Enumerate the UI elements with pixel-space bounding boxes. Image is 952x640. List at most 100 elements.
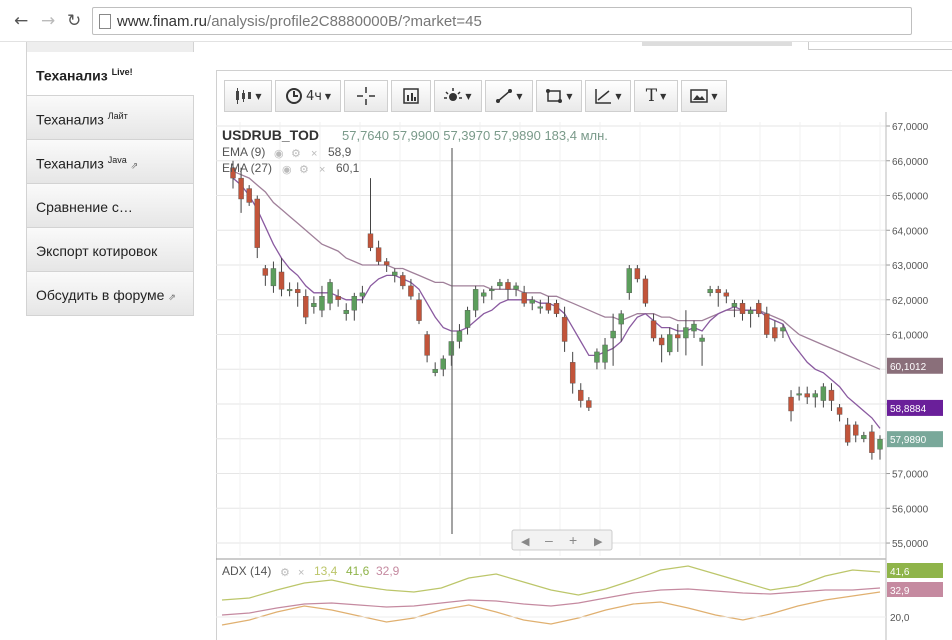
scroll-left-icon[interactable]: ◀	[521, 536, 530, 548]
candle-body	[545, 303, 552, 311]
candle-body	[658, 337, 665, 346]
y-tick-label: 62,0000	[892, 296, 929, 307]
candle-body	[578, 389, 584, 401]
candle-body	[456, 330, 463, 342]
ohlc-value: 183,4 млн.	[541, 128, 608, 143]
ohlc-readout: 57,7640 57,9900 57,3970 57,9890 183,4 мл…	[342, 128, 608, 143]
candle-body	[303, 296, 309, 318]
chart-navigation: ◀ – + ▶	[511, 529, 613, 551]
candle-body	[432, 369, 438, 373]
zoom-in-icon[interactable]: +	[569, 532, 577, 548]
candle-body	[853, 424, 859, 436]
candle-body	[238, 177, 244, 200]
candle-body	[683, 327, 689, 339]
candle-body	[764, 313, 770, 335]
candle-body	[586, 400, 592, 408]
candle-body	[772, 327, 778, 339]
candle-body	[877, 438, 883, 450]
y-tick-label: 56,0000	[892, 504, 929, 515]
candle-body	[553, 303, 560, 314]
candle-body	[561, 316, 568, 342]
zoom-out-icon[interactable]: –	[545, 532, 553, 548]
candle-body	[836, 407, 843, 415]
candle-body	[327, 282, 333, 304]
ema9-controls[interactable]: ◉ ⚙ ×	[274, 148, 317, 160]
candle-body	[343, 309, 349, 314]
candle-body	[820, 386, 827, 401]
candle-body	[634, 268, 641, 280]
candle-body	[707, 289, 713, 294]
candle-body	[739, 303, 746, 314]
candle-body	[416, 299, 422, 321]
y-tick-label: 67,0000	[892, 122, 929, 133]
candle-body	[489, 289, 495, 292]
close-icon[interactable]: ×	[319, 164, 325, 176]
candle-body	[869, 431, 875, 453]
candle-body	[375, 247, 382, 262]
candle-body	[828, 389, 835, 401]
candle-body	[731, 303, 738, 307]
price-tag-label: 60,1012	[890, 362, 927, 373]
close-icon[interactable]: ×	[298, 567, 304, 579]
adx-y-tick: 20,0	[890, 613, 910, 624]
candle-body	[472, 289, 479, 311]
candle-body	[311, 303, 317, 307]
ema27-label: EMA (27)	[222, 161, 272, 175]
candle-body	[286, 289, 293, 292]
candle-body	[804, 393, 810, 398]
candle-body	[723, 292, 730, 297]
candle-body	[626, 268, 632, 294]
candle-body	[481, 292, 487, 297]
candle-body	[392, 271, 398, 276]
y-tick-label: 66,0000	[892, 157, 929, 168]
candle-body	[367, 233, 374, 248]
candle-body	[408, 285, 414, 297]
eye-icon[interactable]: ◉	[274, 148, 284, 160]
candle-body	[691, 323, 697, 332]
candle-body	[359, 292, 366, 297]
scroll-right-icon[interactable]: ▶	[594, 536, 603, 548]
plus-di-tag-label: 41,6	[890, 567, 910, 578]
ohlc-value: 57,3970	[440, 128, 491, 143]
gear-icon[interactable]: ⚙	[291, 148, 301, 160]
price-chart[interactable]: 67,0000 66,0000 65,0000 64,0000 63,0000 62,00…	[0, 0, 952, 640]
candle-body	[319, 296, 325, 311]
candle-body	[254, 198, 260, 248]
close-icon[interactable]: ×	[311, 148, 317, 160]
candle-body	[440, 358, 446, 370]
candle-body	[569, 362, 576, 384]
ema9-label: EMA (9)	[222, 145, 265, 159]
ema27-controls[interactable]: ◉ ⚙ ×	[282, 164, 325, 176]
candle-body	[448, 341, 455, 356]
candle-body	[861, 435, 867, 439]
y-tick-label: 65,0000	[892, 192, 929, 203]
y-tick-label: 63,0000	[892, 261, 929, 272]
candles	[230, 160, 883, 460]
candle-body	[513, 285, 519, 290]
candle-body	[755, 303, 762, 314]
candle-body	[812, 393, 818, 398]
ohlc-value: 57,9890	[490, 128, 541, 143]
ohlc-value: 57,7640	[342, 128, 389, 143]
candle-body	[594, 351, 600, 363]
candle-body	[464, 309, 471, 328]
candle-body	[400, 275, 406, 287]
y-tick-label: 64,0000	[892, 226, 929, 237]
candle-body	[618, 313, 624, 325]
candle-body	[262, 268, 269, 276]
y-tick-label: 61,0000	[892, 331, 929, 342]
adx-label: ADX (14)	[222, 564, 271, 578]
candle-body	[529, 299, 535, 304]
candle-body	[844, 424, 851, 443]
price-tag-label: 57,9890	[890, 435, 927, 446]
price-tag-label: 58,8884	[890, 404, 927, 415]
candle-body	[383, 261, 390, 266]
eye-icon[interactable]: ◉	[282, 164, 292, 176]
candle-body	[424, 334, 430, 356]
plus-di-value: 41,6	[346, 564, 370, 578]
gear-icon[interactable]: ⚙	[299, 164, 309, 176]
y-axis: 67,0000 66,0000 65,0000 64,0000 63,0000 62,00…	[886, 122, 943, 550]
gear-icon[interactable]: ⚙	[280, 567, 290, 579]
candle-body	[278, 271, 285, 290]
candle-body	[610, 330, 616, 339]
